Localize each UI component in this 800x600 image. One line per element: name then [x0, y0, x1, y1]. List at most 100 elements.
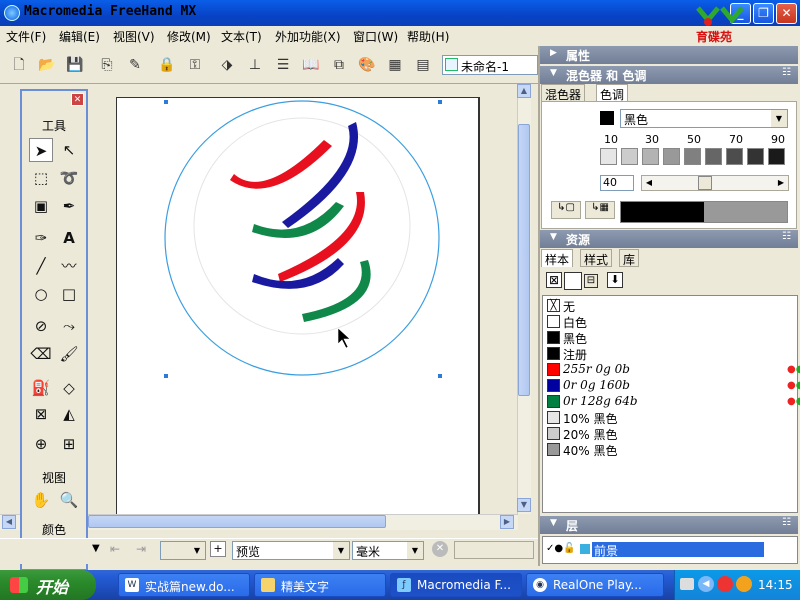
tint-swatch[interactable]	[642, 148, 659, 165]
export-icon[interactable]: ✎	[124, 54, 146, 76]
layer-color-icon[interactable]	[580, 544, 590, 554]
grid-icon[interactable]: ▦	[384, 54, 406, 76]
swatch-row[interactable]: 注册	[547, 346, 787, 362]
start-button[interactable]: 开始	[0, 570, 96, 600]
lasso-tool-icon[interactable]: ➰	[57, 166, 81, 190]
page-tool-icon[interactable]: ⬚	[29, 166, 53, 190]
text-flow-icon[interactable]: ☰	[272, 54, 294, 76]
swatch-options-icon[interactable]: ⬇	[607, 272, 623, 288]
first-page-icon[interactable]: ⇤	[110, 542, 120, 556]
shadow-tool-icon[interactable]: ◭	[57, 402, 81, 426]
swatch-row[interactable]: 40% 黑色	[547, 442, 787, 458]
tint-swatch[interactable]	[726, 148, 743, 165]
library-icon[interactable]: 📖	[300, 54, 322, 76]
tint-slider[interactable]: ◀ ▶	[641, 175, 789, 191]
tint-swatch[interactable]	[747, 148, 764, 165]
taskbar-item-word[interactable]: W 实战篇new.do...	[118, 573, 250, 597]
tab-tint[interactable]: 色调	[596, 84, 629, 102]
antivirus-icon[interactable]	[717, 576, 733, 592]
tint-swatch[interactable]	[600, 148, 617, 165]
logo-stroke-red-top[interactable]	[230, 140, 332, 189]
taskbar-item-realone[interactable]: ◉ RealOne Play...	[526, 573, 664, 597]
trace-tool-icon[interactable]: ▣	[29, 194, 53, 218]
swatch-row[interactable]: 10% 黑色	[547, 410, 787, 426]
knife-tool-icon[interactable]: ⊘	[29, 314, 53, 338]
swatch-row[interactable]: 0r 128g 64b ●●●	[547, 394, 800, 410]
swatch-row[interactable]: 白色	[547, 314, 787, 330]
mixer-panel-header[interactable]: 混色器 和 色调 ▼ ☷	[540, 66, 798, 84]
tint-swatch[interactable]	[621, 148, 638, 165]
tab-library[interactable]: 库	[619, 249, 640, 267]
tab-styles[interactable]: 样式	[580, 249, 613, 267]
properties-panel-header[interactable]: 属性 ▶	[540, 46, 798, 64]
swatch-row[interactable]: 黑色	[547, 330, 787, 346]
align-icon[interactable]: ⊥	[244, 54, 266, 76]
assets-panel-header[interactable]: 资源 ▼ ☷	[540, 230, 798, 248]
menu-file[interactable]: 文件(F)	[6, 28, 46, 45]
swatch-row[interactable]: 0r 0g 160b ●●●	[547, 378, 800, 394]
eyedropper-tool-icon[interactable]: ✒	[57, 194, 81, 218]
color-palette-icon[interactable]: 🎨	[356, 54, 378, 76]
menu-xtras[interactable]: 外加功能(X)	[275, 28, 341, 45]
menu-edit[interactable]: 编辑(E)	[59, 28, 100, 45]
paint-bucket-tool-icon[interactable]: ⛽	[29, 376, 53, 400]
layer-row-foreground[interactable]: 前景	[592, 542, 764, 558]
freeform-tool-icon[interactable]: 〰	[57, 254, 81, 278]
tint-swatch[interactable]	[768, 148, 785, 165]
horizontal-scroll-thumb[interactable]	[88, 515, 386, 528]
zoom-tool-icon[interactable]: 🔍	[57, 488, 81, 512]
eraser-tool-icon[interactable]: ⌫	[29, 342, 53, 366]
open-folder-icon[interactable]: 📂	[36, 54, 58, 76]
view-mode-select[interactable]: 预览 ▼	[232, 541, 350, 560]
freehand-app-icon[interactable]	[4, 5, 20, 21]
tab-swatches[interactable]: 样本	[541, 249, 574, 267]
scroll-right-button[interactable]: ▶	[500, 515, 514, 529]
add-to-swatches-button[interactable]: ↳▢	[551, 201, 581, 219]
add-to-grid-button[interactable]: ↳▦	[585, 201, 615, 219]
pointer-tool-icon[interactable]: ➤	[29, 138, 53, 162]
menu-text[interactable]: 文本(T)	[221, 28, 262, 45]
link-tool-icon[interactable]: ⊕	[29, 432, 53, 456]
slider-right-icon[interactable]: ▶	[774, 176, 788, 190]
tint-swatch[interactable]	[705, 148, 722, 165]
add-page-icon[interactable]: +	[210, 541, 226, 557]
import-icon[interactable]: ⎘	[96, 54, 118, 76]
fill-swatch-icon[interactable]	[564, 272, 582, 290]
subselect-tool-icon[interactable]: ↖	[57, 138, 81, 162]
stack-icon[interactable]: ▤	[412, 54, 434, 76]
layers-panel-header[interactable]: 层 ▼ ☷	[540, 516, 798, 534]
tint-color-select[interactable]: 黑色 ▼	[620, 109, 788, 128]
stroke-swatch-icon[interactable]: ⊟	[584, 274, 598, 288]
keyboard-icon[interactable]	[680, 578, 694, 590]
menu-modify[interactable]: 修改(M)	[167, 28, 211, 45]
panel-menu-icon[interactable]: ☷	[782, 231, 791, 242]
panel-menu-icon[interactable]: ☷	[782, 67, 791, 78]
swatches-list[interactable]: ╳无白色黑色注册255r 0g 0b●●●0r 0g 160b●●●0r 128…	[542, 295, 800, 513]
brush-tool-icon[interactable]: 🖌	[57, 342, 81, 366]
taskbar-item-folder[interactable]: 精美文字	[254, 573, 386, 597]
unlock-icon[interactable]: ⚿	[184, 54, 206, 76]
page-number-select[interactable]: ▼	[160, 541, 206, 560]
save-icon[interactable]: 💾	[64, 54, 86, 76]
fisheye-tool-icon[interactable]: ⊠	[29, 402, 53, 426]
slider-left-icon[interactable]: ◀	[642, 176, 656, 190]
rectangle-tool-icon[interactable]: □	[57, 282, 81, 306]
hand-tool-icon[interactable]: ✋	[29, 488, 53, 512]
new-document-icon[interactable]: 🗋	[8, 54, 30, 76]
tint-swatch[interactable]	[684, 148, 701, 165]
collapse-arrow-icon[interactable]: ▼	[550, 518, 557, 528]
swatch-row[interactable]: 255r 0g 0b ●●●	[547, 362, 800, 378]
connector-tool-icon[interactable]: ⊞	[57, 432, 81, 456]
scroll-down-button[interactable]: ▼	[517, 498, 531, 512]
tab-mixer[interactable]: 混色器	[541, 84, 586, 102]
collapse-arrow-icon[interactable]: ▼	[550, 232, 557, 242]
prev-page-icon[interactable]: ⇥	[136, 542, 146, 556]
taskbar-item-freehand[interactable]: ƒ Macromedia F...	[390, 573, 522, 597]
close-button[interactable]: ✕	[776, 3, 797, 24]
tray-expand-icon[interactable]: ◀	[698, 576, 714, 592]
swatch-row[interactable]: ╳ 无	[547, 298, 787, 314]
transform-icon[interactable]: ⬗	[216, 54, 238, 76]
line-tool-icon[interactable]: ╱	[29, 254, 53, 278]
mirror-tool-icon[interactable]: ◇	[57, 376, 81, 400]
none-swatch-icon[interactable]: ⊠	[546, 272, 562, 288]
